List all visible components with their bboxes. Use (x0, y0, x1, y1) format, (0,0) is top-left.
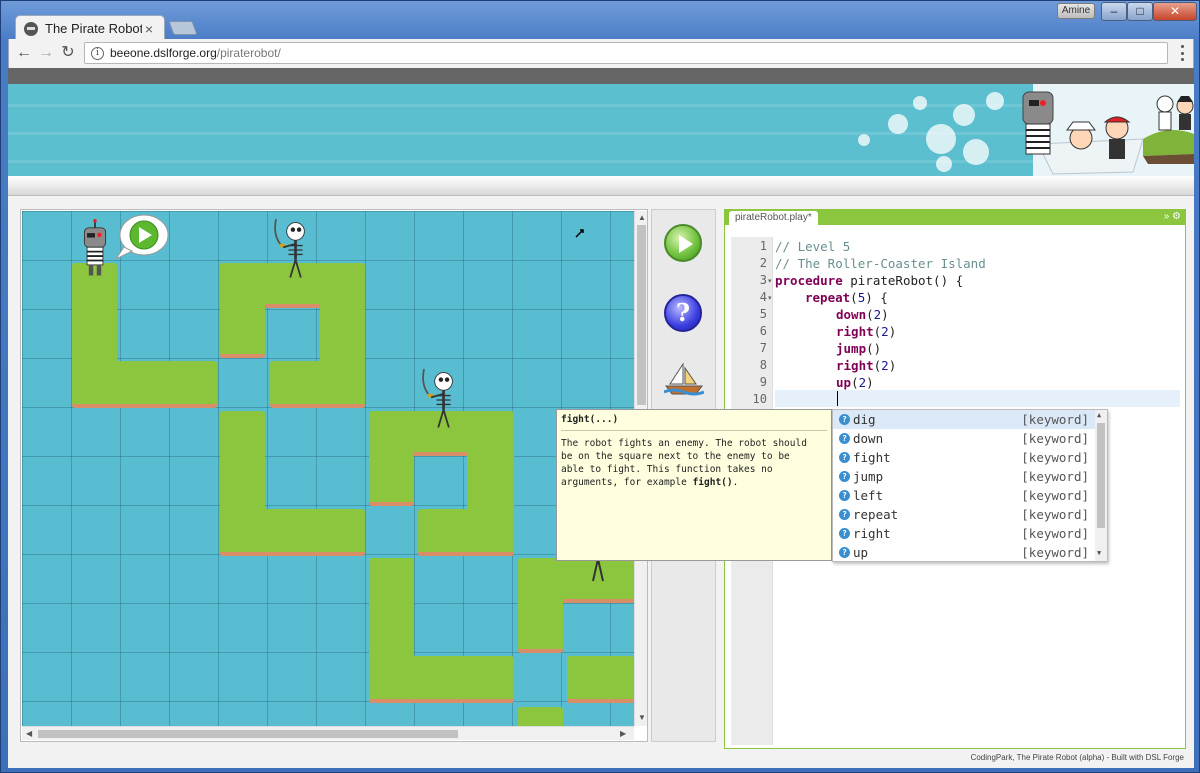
board-horizontal-scrollbar[interactable]: ◀ ▶ (22, 726, 634, 740)
keyword-help-icon: ? (839, 490, 850, 501)
tab-title: The Pirate Robot (45, 21, 142, 36)
line-number: 9 (759, 375, 767, 389)
minimize-button[interactable]: – (1101, 2, 1127, 21)
line-number: 8 (759, 358, 767, 372)
autocomplete-item[interactable]: ? fight [keyword] (833, 448, 1095, 467)
keyword-help-icon: ? (839, 547, 850, 558)
url-host: beeone.dslforge.org (110, 46, 217, 60)
skeleton-pirate-icon (422, 369, 453, 428)
url-path: /piraterobot/ (216, 46, 281, 60)
line-number: 1 (759, 239, 767, 253)
page-footer: CodingPark, The Pirate Robot (alpha) - B… (970, 753, 1184, 762)
autocomplete-item[interactable]: ? repeat [keyword] (833, 505, 1095, 524)
line-number: 4 (759, 290, 767, 304)
browser-window: The Pirate Robot × Amine – □ ✕ ← → ↻ i b… (0, 0, 1200, 773)
run-play-button[interactable] (664, 224, 702, 262)
code-line-4: repeat(5) { (805, 290, 888, 305)
address-bar[interactable]: i beeone.dslforge.org/piraterobot/ (84, 42, 1168, 64)
doc-body: The robot fights an enemy. The robot sho… (561, 438, 807, 488)
keyword-help-icon: ? (839, 509, 850, 520)
code-line-8: right(2) (836, 358, 897, 373)
pirate-robot-icon (83, 219, 107, 276)
info-icon[interactable]: i (91, 46, 104, 60)
browser-menu-icon[interactable] (1177, 45, 1187, 61)
boat-button[interactable] (664, 362, 704, 396)
active-line-highlight (775, 390, 1180, 407)
skeleton-pirate-icon (274, 219, 305, 278)
autocomplete-item[interactable]: ? left [keyword] (833, 486, 1095, 505)
keyword-help-icon: ? (839, 414, 850, 425)
new-tab-button[interactable] (168, 21, 198, 35)
code-line-5: down(2) (836, 307, 889, 322)
code-line-7: jump() (836, 341, 882, 356)
forward-button[interactable]: → (37, 44, 55, 62)
maximize-button[interactable]: □ (1127, 2, 1153, 21)
game-board[interactable] (22, 211, 634, 726)
skeleton-legs-icon (592, 559, 604, 582)
top-dark-bar (8, 68, 1194, 84)
doc-title: fight(...) (561, 414, 827, 431)
help-button[interactable]: ? (664, 294, 702, 332)
autocomplete-item[interactable]: ? jump [keyword] (833, 467, 1095, 486)
code-line-1: // Level 5 (775, 239, 851, 254)
menu-strip (8, 176, 1194, 196)
line-number: 10 (752, 392, 767, 406)
browser-tab[interactable]: The Pirate Robot × (15, 15, 165, 41)
banner-characters-illustration (1022, 84, 1194, 176)
keyword-help-icon: ? (839, 433, 850, 444)
keyword-help-icon: ? (839, 471, 850, 482)
header-banner (8, 84, 1194, 176)
page: ▲ ▼ ◀ ▶ ? pirateRobot.play* » ⚙ 1 2 3 ▾ … (8, 68, 1194, 768)
line-number: 2 (759, 256, 767, 270)
reload-button[interactable]: ↻ (59, 44, 77, 62)
function-doc-tooltip: fight(...) The robot fights an enemy. Th… (556, 409, 832, 561)
browser-toolbar: ← → ↻ i beeone.dslforge.org/piraterobot/ (8, 39, 1194, 68)
editor-tab-bar: pirateRobot.play* » ⚙ (725, 210, 1185, 225)
text-caret (837, 391, 838, 406)
line-number: 5 (759, 307, 767, 321)
profile-button[interactable]: Amine (1057, 3, 1095, 19)
back-button[interactable]: ← (15, 44, 33, 62)
code-line-9: up(2) (836, 375, 874, 390)
close-window-button[interactable]: ✕ (1153, 2, 1197, 21)
line-number: 6 (759, 324, 767, 338)
keyword-help-icon: ? (839, 452, 850, 463)
autocomplete-item[interactable]: ? down [keyword] (833, 429, 1095, 448)
autocomplete-item[interactable]: ? right [keyword] (833, 524, 1095, 543)
autocomplete-scrollbar[interactable]: ▲ ▼ (1095, 410, 1107, 561)
autocomplete-list: ? dig [keyword] ? down [keyword] ? fight [keyw… (832, 409, 1108, 562)
autocomplete-item[interactable]: ? up [keyword] (833, 543, 1095, 562)
code-line-3: procedure pirateRobot() { (775, 273, 964, 288)
code-line-6: right(2) (836, 324, 897, 339)
tab-close-icon[interactable]: × (142, 21, 156, 37)
code-line-2: // The Roller-Coaster Island (775, 256, 986, 271)
cursor-icon (575, 229, 584, 238)
robot-favicon-icon (24, 21, 38, 36)
keyword-help-icon: ? (839, 528, 850, 539)
line-number: 3 (759, 273, 767, 287)
robot-speech-play-icon (114, 214, 169, 261)
editor-toolbar-icons[interactable]: » ⚙ (1164, 211, 1181, 222)
game-panel: ▲ ▼ ◀ ▶ (20, 209, 648, 742)
autocomplete-item[interactable]: ? dig [keyword] (833, 410, 1095, 429)
fold-arrow-icon[interactable]: ▾ (768, 294, 772, 302)
line-number: 7 (759, 341, 767, 355)
editor-file-tab[interactable]: pirateRobot.play* (729, 211, 818, 225)
fold-arrow-icon[interactable]: ▾ (768, 277, 772, 285)
